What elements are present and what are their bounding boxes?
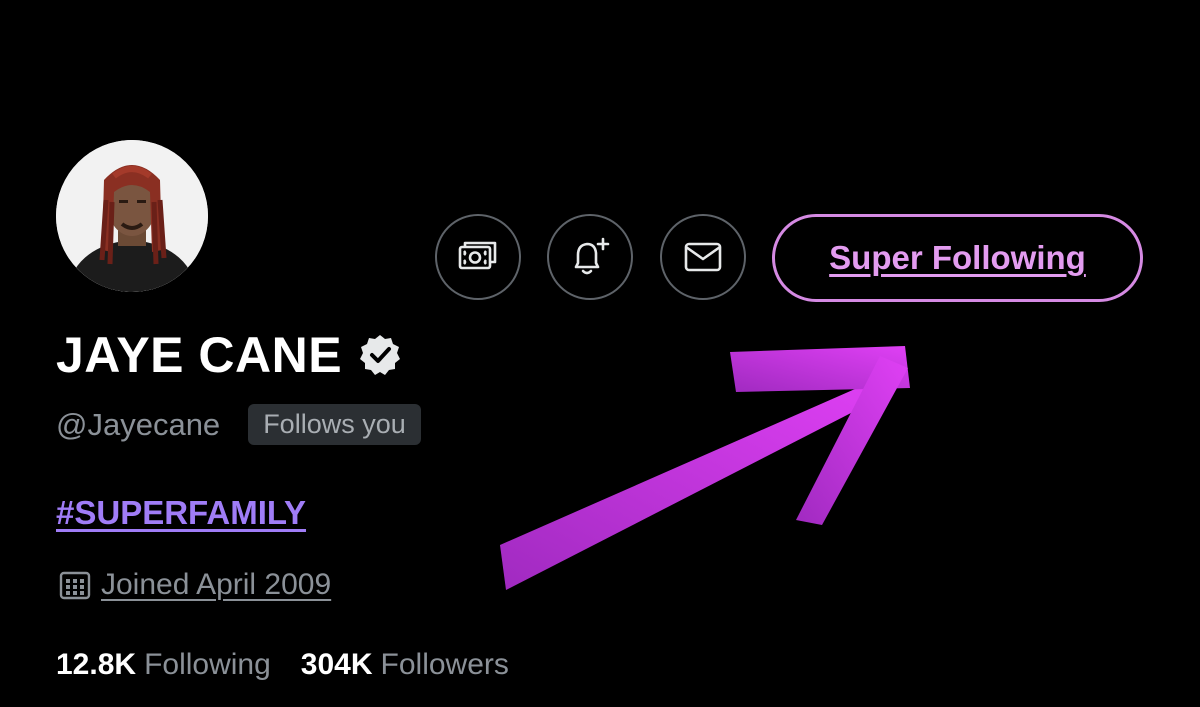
verified-badge-icon[interactable] <box>358 333 402 377</box>
followers-count: 304K <box>300 648 373 681</box>
notifications-button[interactable] <box>547 214 633 300</box>
super-following-label: Super Following <box>829 239 1086 276</box>
bio-hashtag-link[interactable]: #SUPERFAMILY <box>56 494 306 532</box>
calendar-icon <box>59 571 91 600</box>
profile-name-row: JAYE CANE <box>56 326 402 384</box>
following-stat[interactable]: 12.8K Following <box>56 648 271 682</box>
avatar[interactable] <box>56 140 208 292</box>
mail-icon <box>684 242 722 272</box>
followers-label: Followers <box>380 648 509 681</box>
message-button[interactable] <box>660 214 746 300</box>
profile-name: JAYE CANE <box>56 327 343 383</box>
tip-button[interactable] <box>435 214 521 300</box>
handle-row: @Jayecane Follows you <box>56 404 421 445</box>
joined-row: Joined April 2009 <box>58 568 331 602</box>
following-count: 12.8K <box>56 648 137 681</box>
followers-stat[interactable]: 304K Followers <box>301 648 509 682</box>
avatar-image <box>56 140 208 292</box>
following-label: Following <box>144 648 271 681</box>
follows-you-badge: Follows you <box>248 404 421 445</box>
super-following-button[interactable]: Super Following <box>772 214 1143 302</box>
joined-date: Joined April 2009 <box>101 568 332 601</box>
money-icon <box>458 241 497 270</box>
follow-stats: 12.8K Following 304K Followers <box>56 648 509 682</box>
bell-plus-icon <box>574 237 610 275</box>
profile-handle: @Jayecane <box>56 406 221 442</box>
